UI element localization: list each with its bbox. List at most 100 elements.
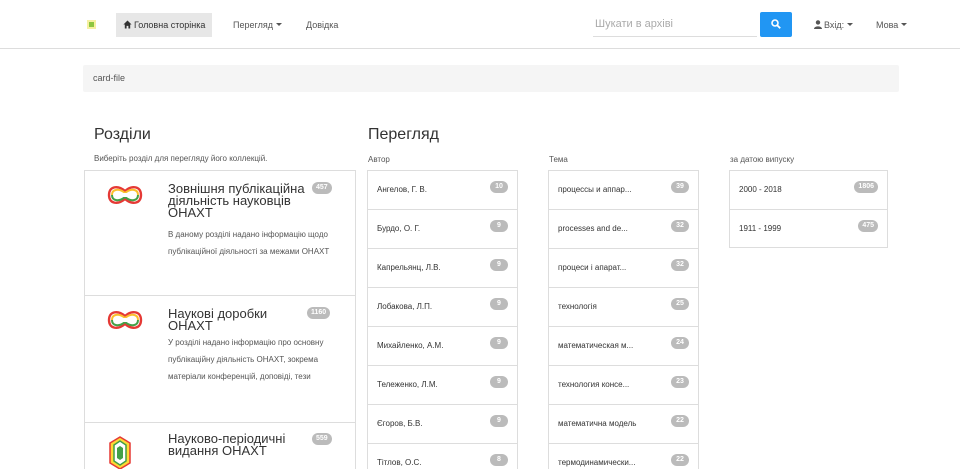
topic-row[interactable]: processes and de... 32 — [549, 210, 698, 249]
author-list: Ангелов, Г. В. 10 Бурдо, О. Г. 9 Капрельян… — [367, 170, 518, 469]
topic-row[interactable]: математическая м... 24 — [549, 327, 698, 366]
top-navbar: Головна сторінка Перегляд Довідка Вхід: … — [0, 0, 960, 49]
browse-heading: Перегляд — [368, 126, 440, 143]
count-badge: 39 — [671, 181, 689, 193]
date-row[interactable]: 1911 - 1999 475 — [730, 210, 887, 247]
topic-row[interactable]: математична модель 22 — [549, 405, 698, 444]
topic-list: процессы и аппар... 39 processes and de..… — [548, 170, 699, 469]
breadcrumb: card-file — [83, 65, 899, 92]
date-column-label: за датою випуску — [730, 155, 795, 164]
author-name: Ангелов, Г. В. — [377, 185, 427, 194]
caret-down-icon — [275, 23, 282, 26]
author-row[interactable]: Єгоров, Б.В. 9 — [368, 405, 517, 444]
section-item-scientific-works[interactable]: Наукові доробки ОНАХТ 1160 У розділі над… — [85, 296, 355, 423]
topic-row[interactable]: технологія 25 — [549, 288, 698, 327]
breadcrumb-item[interactable]: card-file — [93, 73, 125, 83]
date-range: 1911 - 1999 — [739, 224, 782, 233]
nav-login-label: Вхід: — [824, 20, 845, 30]
caret-down-icon — [847, 23, 854, 26]
author-row[interactable]: Тележенко, Л.М. 9 — [368, 366, 517, 405]
date-range: 2000 - 2018 — [739, 185, 782, 194]
count-badge: 8 — [490, 454, 508, 466]
topic-name: технологія — [558, 302, 597, 311]
topic-column-label: Тема — [549, 155, 568, 164]
count-badge: 457 — [312, 182, 332, 194]
count-badge: 24 — [671, 337, 689, 349]
topic-name: математическая м... — [558, 341, 634, 350]
home-icon — [123, 20, 132, 29]
topic-row[interactable]: термодинамически... 22 — [549, 444, 698, 469]
search-icon — [771, 19, 781, 29]
nav-view-dropdown[interactable]: Перегляд — [227, 13, 288, 37]
count-badge: 32 — [671, 259, 689, 271]
author-row[interactable]: Лобакова, Л.П. 9 — [368, 288, 517, 327]
date-list: 2000 - 2018 1806 1911 - 1999 475 — [729, 170, 888, 248]
section-item-periodicals[interactable]: Науково-періодичні видання ОНАХТ 559 — [85, 423, 355, 469]
onaft-logo-icon — [107, 311, 143, 329]
count-badge: 9 — [490, 259, 508, 271]
author-name: Михайленко, А.М. — [377, 341, 444, 350]
section-description: У розділі надано інформацію про основну … — [168, 338, 324, 381]
count-badge: 9 — [490, 220, 508, 232]
count-badge: 9 — [490, 415, 508, 427]
author-row[interactable]: Тітлов, О.С. 8 — [368, 444, 517, 469]
sections-heading: Розділи — [94, 126, 151, 143]
count-badge: 10 — [490, 181, 508, 193]
author-name: Капрельянц, Л.В. — [377, 263, 441, 272]
count-badge: 1160 — [307, 307, 331, 319]
count-badge: 23 — [671, 376, 689, 388]
date-row[interactable]: 2000 - 2018 1806 — [730, 171, 887, 210]
topic-name: процессы и аппар... — [558, 185, 632, 194]
sections-subtitle: Виберіть розділ для перегляду його колле… — [94, 154, 268, 163]
topic-name: процеси і апарат... — [558, 263, 627, 272]
author-column-label: Автор — [368, 155, 390, 164]
section-list: Зовнішня публікаційна діяльність науковц… — [84, 170, 356, 469]
user-icon — [814, 20, 822, 29]
nav-view-label: Перегляд — [233, 20, 273, 30]
caret-down-icon — [901, 23, 908, 26]
topic-row[interactable]: технология консе... 23 — [549, 366, 698, 405]
topic-name: термодинамически... — [558, 458, 636, 467]
nav-help[interactable]: Довідка — [300, 13, 344, 37]
section-description: В даному розділі надано інформацію щодо … — [168, 230, 330, 256]
nav-home-label: Головна сторінка — [134, 20, 206, 30]
section-item-external-publications[interactable]: Зовнішня публікаційна діяльність науковц… — [85, 171, 355, 296]
topic-name: processes and de... — [558, 224, 628, 233]
nav-language-dropdown[interactable]: Мова — [870, 13, 913, 37]
count-badge: 22 — [671, 415, 689, 427]
author-name: Лобакова, Л.П. — [377, 302, 433, 311]
count-badge: 559 — [312, 433, 332, 445]
count-badge: 9 — [490, 376, 508, 388]
author-name: Тітлов, О.С. — [377, 458, 422, 467]
topic-row[interactable]: процеси і апарат... 32 — [549, 249, 698, 288]
site-logo[interactable] — [89, 22, 94, 27]
nav-home[interactable]: Головна сторінка — [116, 13, 213, 37]
author-name: Єгоров, Б.В. — [377, 419, 423, 428]
nav-language-label: Мова — [876, 20, 899, 30]
author-row[interactable]: Капрельянц, Л.В. 9 — [368, 249, 517, 288]
count-badge: 9 — [490, 337, 508, 349]
section-title[interactable]: Зовнішня публікаційна діяльність науковц… — [168, 182, 308, 219]
section-title[interactable]: Наукові доробки ОНАХТ — [168, 307, 283, 332]
section-title[interactable]: Науково-періодичні видання ОНАХТ — [168, 432, 308, 457]
count-badge: 1806 — [854, 181, 878, 193]
author-row[interactable]: Бурдо, О. Г. 9 — [368, 210, 517, 249]
author-row[interactable]: Ангелов, Г. В. 10 — [368, 171, 517, 210]
books-logo-icon — [109, 436, 131, 469]
count-badge: 32 — [671, 220, 689, 232]
topic-name: математична модель — [558, 419, 637, 428]
search-button[interactable] — [760, 12, 792, 37]
topic-row[interactable]: процессы и аппар... 39 — [549, 171, 698, 210]
count-badge: 25 — [671, 298, 689, 310]
search-input[interactable] — [593, 12, 757, 37]
author-row[interactable]: Михайленко, А.М. 9 — [368, 327, 517, 366]
topic-name: технология консе... — [558, 380, 630, 389]
author-name: Бурдо, О. Г. — [377, 224, 421, 233]
count-badge: 22 — [671, 454, 689, 466]
nav-login-dropdown[interactable]: Вхід: — [808, 13, 859, 37]
count-badge: 9 — [490, 298, 508, 310]
onaft-logo-icon — [107, 186, 143, 204]
author-name: Тележенко, Л.М. — [377, 380, 438, 389]
nav-help-label: Довідка — [306, 20, 339, 30]
count-badge: 475 — [858, 220, 878, 232]
